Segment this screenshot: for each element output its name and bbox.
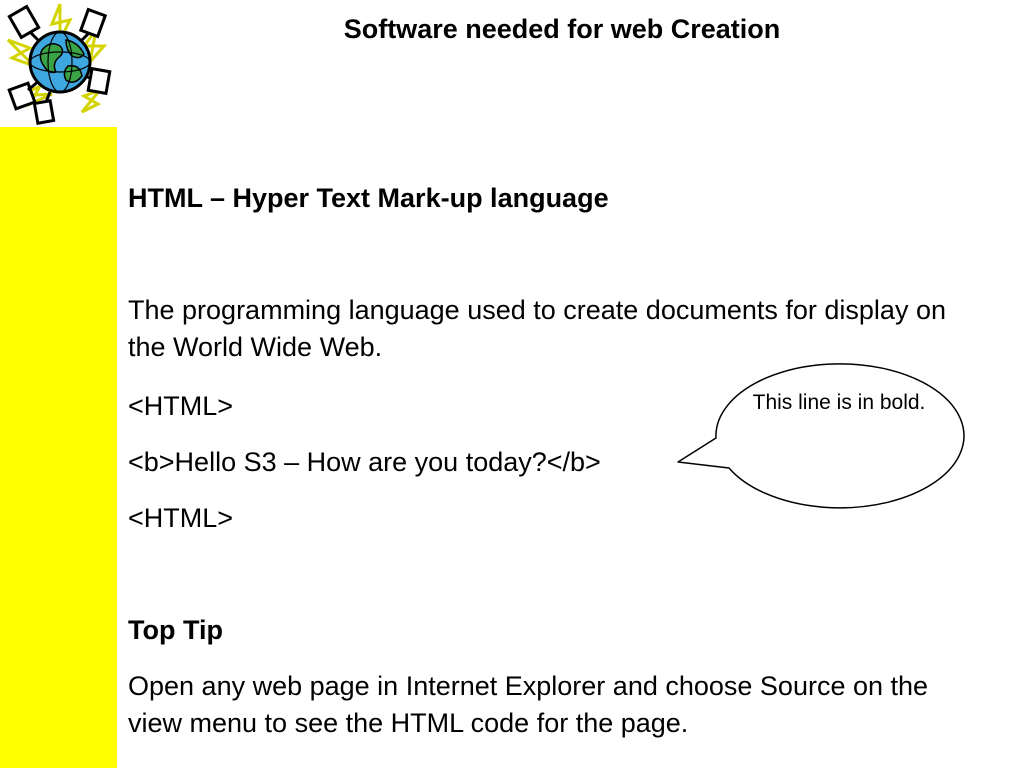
tip-text: Open any web page in Internet Explorer a… [128,671,929,738]
speech-bubble [677,363,965,509]
callout-text: This line is in bold. [752,391,926,414]
tip-heading: Top Tip [128,615,223,645]
